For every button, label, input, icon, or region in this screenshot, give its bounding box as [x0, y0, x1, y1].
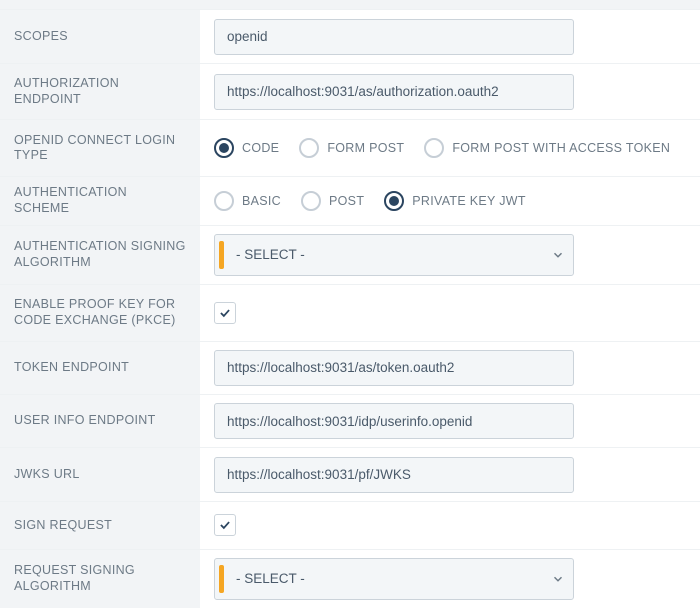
- radio-label: FORM POST: [327, 141, 404, 155]
- label-sign-request: SIGN REQUEST: [0, 502, 200, 549]
- radio-option-code[interactable]: CODE: [214, 138, 279, 158]
- radio-circle-icon: [214, 191, 234, 211]
- radio-option-form-post[interactable]: FORM POST: [299, 138, 404, 158]
- row-token-endpoint: TOKEN ENDPOINT: [0, 341, 700, 394]
- label-authz-endpoint: AUTHORIZATION ENDPOINT: [0, 64, 200, 120]
- sign-request-checkbox[interactable]: [214, 514, 236, 536]
- radio-option-form-post-at[interactable]: FORM POST WITH ACCESS TOKEN: [424, 138, 670, 158]
- label-jwks-url: JWKS URL: [0, 448, 200, 500]
- row-auth-scheme: AUTHENTICATION SCHEME BASIC POST PRIVATE K…: [0, 176, 700, 225]
- radio-circle-icon: [301, 191, 321, 211]
- cell-userinfo-endpoint: [200, 395, 700, 447]
- auth-sign-algo-select[interactable]: - SELECT -: [214, 234, 574, 276]
- oidc-settings-form: SCOPES AUTHORIZATION ENDPOINT OPENID CON…: [0, 0, 700, 608]
- row-scopes: SCOPES: [0, 9, 700, 62]
- row-login-type: OPENID CONNECT LOGIN TYPE CODE FORM POST F…: [0, 119, 700, 176]
- radio-label: CODE: [242, 141, 279, 155]
- auth-scheme-radio-group: BASIC POST PRIVATE KEY JWT: [214, 191, 526, 211]
- cell-login-type: CODE FORM POST FORM POST WITH ACCESS TOKEN: [200, 120, 700, 176]
- row-authz-endpoint: AUTHORIZATION ENDPOINT: [0, 63, 700, 120]
- cell-token-endpoint: [200, 342, 700, 394]
- label-req-sign-algo: REQUEST SIGNING ALGORITHM: [0, 550, 200, 608]
- label-userinfo-endpoint: USER INFO ENDPOINT: [0, 395, 200, 447]
- radio-label: POST: [329, 194, 364, 208]
- label-auth-sign-algo: AUTHENTICATION SIGNING ALGORITHM: [0, 226, 200, 284]
- chevron-down-icon: [543, 248, 573, 262]
- chevron-down-icon: [543, 572, 573, 586]
- radio-option-post[interactable]: POST: [301, 191, 364, 211]
- row-sign-request: SIGN REQUEST: [0, 501, 700, 549]
- label-pkce: ENABLE PROOF KEY FOR CODE EXCHANGE (PKCE…: [0, 285, 200, 341]
- radio-circle-icon: [299, 138, 319, 158]
- row-userinfo-endpoint: USER INFO ENDPOINT: [0, 394, 700, 447]
- cell-sign-request: [200, 502, 700, 549]
- label-login-type: OPENID CONNECT LOGIN TYPE: [0, 120, 200, 176]
- req-sign-algo-select[interactable]: - SELECT -: [214, 558, 574, 600]
- row-pkce: ENABLE PROOF KEY FOR CODE EXCHANGE (PKCE…: [0, 284, 700, 341]
- scopes-input[interactable]: [214, 19, 574, 55]
- label-token-endpoint: TOKEN ENDPOINT: [0, 342, 200, 394]
- row-req-sign-algo: REQUEST SIGNING ALGORITHM - SELECT -: [0, 549, 700, 608]
- cell-req-sign-algo: - SELECT -: [200, 550, 700, 608]
- authz-endpoint-input[interactable]: [214, 74, 574, 110]
- radio-option-basic[interactable]: BASIC: [214, 191, 281, 211]
- radio-label: BASIC: [242, 194, 281, 208]
- cell-authz-endpoint: [200, 64, 700, 120]
- top-spacer: [0, 0, 700, 9]
- radio-circle-icon: [384, 191, 404, 211]
- radio-option-private-key-jwt[interactable]: PRIVATE KEY JWT: [384, 191, 526, 211]
- jwks-url-input[interactable]: [214, 457, 574, 493]
- cell-auth-sign-algo: - SELECT -: [200, 226, 700, 284]
- row-jwks-url: JWKS URL: [0, 447, 700, 500]
- label-auth-scheme: AUTHENTICATION SCHEME: [0, 177, 200, 225]
- auth-sign-algo-selected-label: - SELECT -: [224, 247, 543, 262]
- radio-circle-icon: [424, 138, 444, 158]
- cell-jwks-url: [200, 448, 700, 500]
- row-auth-sign-algo: AUTHENTICATION SIGNING ALGORITHM - SELEC…: [0, 225, 700, 284]
- label-scopes: SCOPES: [0, 10, 200, 62]
- token-endpoint-input[interactable]: [214, 350, 574, 386]
- userinfo-endpoint-input[interactable]: [214, 403, 574, 439]
- radio-label: FORM POST WITH ACCESS TOKEN: [452, 141, 670, 155]
- cell-pkce: [200, 285, 700, 341]
- radio-label: PRIVATE KEY JWT: [412, 194, 526, 208]
- req-sign-algo-selected-label: - SELECT -: [224, 571, 543, 586]
- cell-scopes: [200, 10, 700, 62]
- pkce-checkbox[interactable]: [214, 302, 236, 324]
- cell-auth-scheme: BASIC POST PRIVATE KEY JWT: [200, 177, 700, 225]
- radio-circle-icon: [214, 138, 234, 158]
- login-type-radio-group: CODE FORM POST FORM POST WITH ACCESS TOKEN: [214, 138, 670, 158]
